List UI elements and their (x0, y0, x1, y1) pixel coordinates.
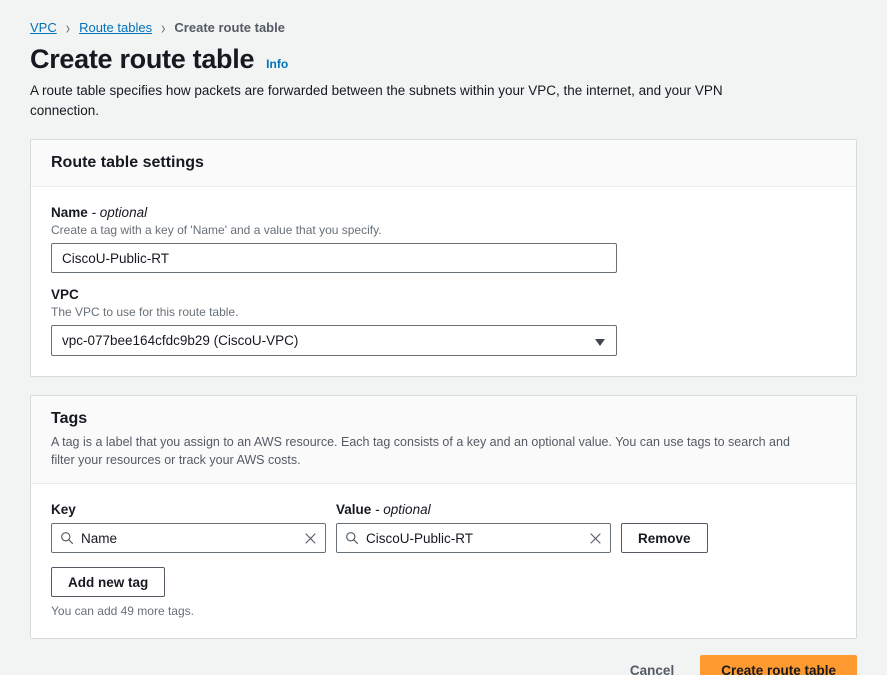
page-description: A route table specifies how packets are … (30, 83, 723, 118)
name-input[interactable]: CiscoU-Public-RT (51, 243, 617, 273)
tag-row: Key Name Value - optional CiscoU-Public-… (51, 502, 836, 553)
vpc-select[interactable]: vpc-077bee164cfdc9b29 (CiscoU-VPC) (51, 325, 617, 356)
tags-card-header: Tags A tag is a label that you assign to… (31, 396, 856, 484)
settings-card-body: Name - optional Create a tag with a key … (31, 187, 856, 376)
add-tag-wrap: Add new tag (51, 567, 836, 597)
breadcrumb: VPC › Route tables › Create route table (0, 0, 887, 38)
name-field-label: Name - optional (51, 205, 836, 220)
tags-card: Tags A tag is a label that you assign to… (30, 395, 857, 639)
vpc-field-hint: The VPC to use for this route table. (51, 305, 239, 319)
tags-card-title: Tags (51, 410, 88, 427)
settings-card-title: Route table settings (51, 154, 204, 171)
name-label-text: Name (51, 205, 88, 220)
cancel-button[interactable]: Cancel (626, 657, 678, 675)
tag-value-input[interactable]: CiscoU-Public-RT (336, 523, 611, 553)
page-title-row: Create route table Info (0, 34, 887, 75)
breadcrumb-separator-icon: › (161, 16, 166, 38)
tag-key-input[interactable]: Name (51, 523, 326, 553)
vpc-field-label: VPC (51, 287, 79, 302)
vpc-field-block: VPC The VPC to use for this route table.… (51, 287, 836, 356)
tag-value-label-text: Value (336, 502, 372, 517)
tag-value-optional-suffix: - optional (375, 502, 431, 517)
tag-value-label: Value - optional (336, 502, 611, 517)
search-icon (61, 532, 74, 545)
add-new-tag-button[interactable]: Add new tag (51, 567, 166, 597)
close-icon[interactable] (589, 532, 602, 545)
breadcrumb-item-route-tables[interactable]: Route tables (79, 20, 152, 35)
tag-value-column: Value - optional CiscoU-Public-RT (336, 502, 611, 553)
create-route-table-button[interactable]: Create route table (700, 655, 857, 675)
tag-key-label: Key (51, 502, 76, 517)
info-link[interactable]: Info (266, 57, 288, 71)
form-footer: Cancel Create route table (0, 639, 887, 675)
name-optional-suffix: - optional (91, 205, 148, 220)
search-icon (346, 532, 359, 545)
create-route-table-page: VPC › Route tables › Create route table … (0, 0, 887, 675)
route-table-settings-card: Route table settings Name - optional Cre… (30, 139, 857, 377)
tag-limit-text: You can add 49 more tags. (51, 604, 194, 618)
name-field-hint: Create a tag with a key of 'Name' and a … (51, 223, 382, 237)
settings-card-header: Route table settings (31, 140, 856, 187)
tags-card-description: A tag is a label that you assign to an A… (51, 435, 790, 467)
breadcrumb-item-vpc[interactable]: VPC (30, 20, 57, 35)
tags-card-body: Key Name Value - optional CiscoU-Public-… (31, 484, 856, 638)
name-field-block: Name - optional Create a tag with a key … (51, 205, 836, 273)
close-icon[interactable] (304, 532, 317, 545)
page-title: Create route table (30, 44, 255, 74)
tag-key-value: Name (81, 530, 118, 546)
breadcrumb-separator-icon: › (65, 16, 71, 38)
vpc-select-wrap: vpc-077bee164cfdc9b29 (CiscoU-VPC) (51, 325, 617, 356)
tag-key-column: Key Name (51, 502, 326, 553)
breadcrumb-item-current: Create route table (174, 19, 285, 35)
remove-tag-button[interactable]: Remove (621, 523, 708, 553)
tag-value-value: CiscoU-Public-RT (366, 530, 474, 546)
